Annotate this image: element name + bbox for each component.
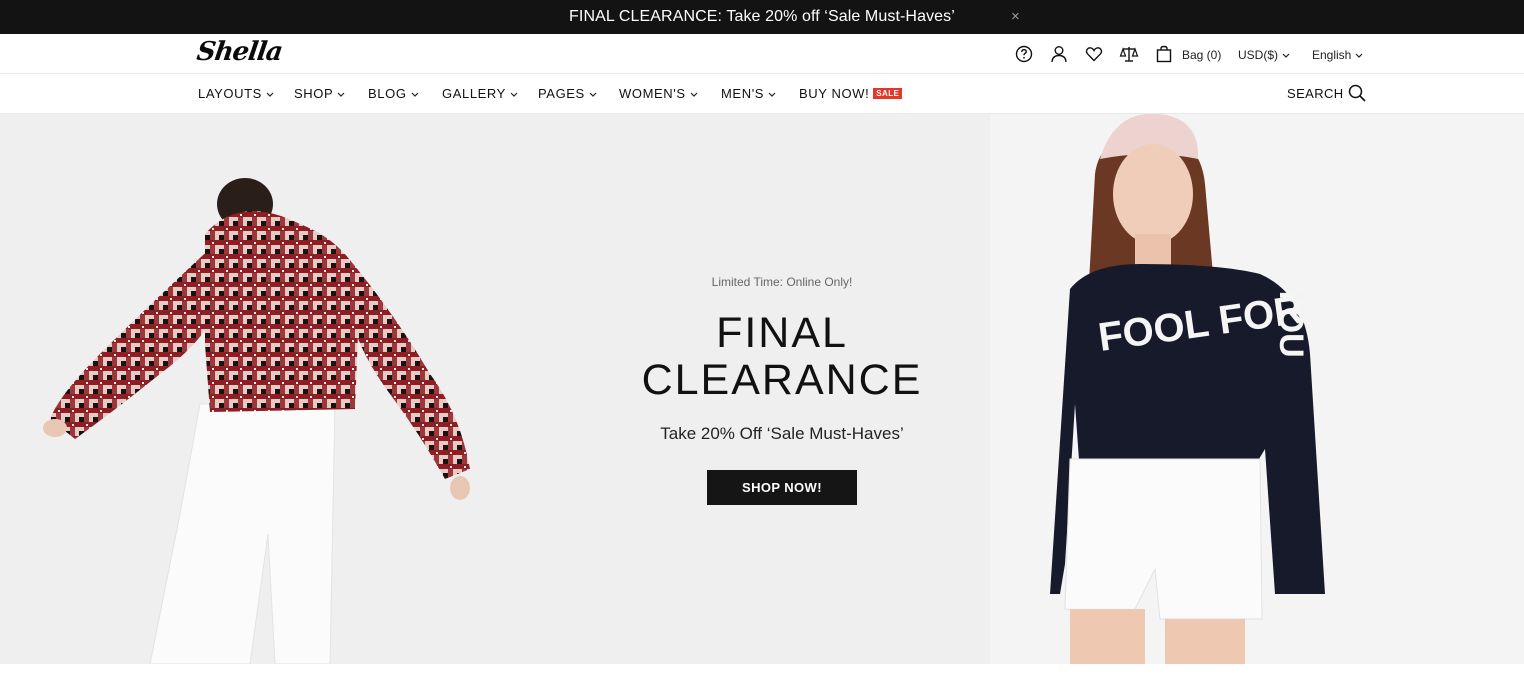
search-link[interactable]: SEARCH [1287, 86, 1344, 101]
chevron-down-icon [690, 92, 698, 97]
sale-badge: SALE [873, 88, 903, 99]
site-header: Shella Bag (0) USD($) English [0, 34, 1524, 74]
chevron-down-icon [1282, 53, 1290, 58]
nav-item-pages[interactable]: PAGES [538, 86, 597, 101]
search-icon[interactable] [1347, 83, 1367, 103]
language-selector[interactable]: English [1312, 48, 1363, 62]
main-navigation: LAYOUTS SHOP BLOG GALLERY PAGES WOMEN'S … [0, 74, 1524, 114]
currency-selector[interactable]: USD($) [1238, 48, 1290, 62]
nav-item-shop[interactable]: SHOP [294, 86, 345, 101]
nav-item-label: LAYOUTS [198, 86, 262, 101]
close-icon[interactable]: × [1011, 8, 1020, 26]
account-icon[interactable] [1049, 44, 1069, 64]
nav-item-blog[interactable]: BLOG [368, 86, 419, 101]
hero-title: FINAL CLEARANCE [0, 310, 1524, 404]
announcement-bar: FINAL CLEARANCE: Take 20% off ‘Sale Must… [0, 0, 1524, 34]
chevron-down-icon [589, 92, 597, 97]
hero-title-line-1: FINAL [716, 309, 848, 357]
nav-item-label: MEN'S [721, 86, 765, 101]
hero-subtitle: Take 20% Off ‘Sale Must-Haves’ [660, 424, 904, 443]
chevron-down-icon [768, 92, 776, 97]
nav-item-buy-now[interactable]: BUY NOW! SALE [799, 86, 903, 101]
chevron-down-icon [266, 92, 274, 97]
shop-now-button[interactable]: SHOP NOW! [707, 470, 857, 505]
nav-item-label: BLOG [368, 86, 407, 101]
nav-item-label: GALLERY [442, 86, 506, 101]
nav-item-mens[interactable]: MEN'S [721, 86, 776, 101]
hero-title-line-2: CLEARANCE [641, 356, 923, 404]
chevron-down-icon [1355, 53, 1363, 58]
nav-item-label: SHOP [294, 86, 334, 101]
chevron-down-icon [510, 92, 518, 97]
compare-icon[interactable] [1119, 44, 1139, 64]
bag-label[interactable]: Bag (0) [1182, 48, 1221, 62]
logo[interactable]: Shella [195, 37, 284, 67]
chevron-down-icon [411, 92, 418, 97]
wishlist-icon[interactable] [1084, 44, 1104, 64]
nav-item-gallery[interactable]: GALLERY [442, 86, 518, 101]
nav-item-label: PAGES [538, 86, 585, 101]
hero-eyebrow: Limited Time: Online Only! [711, 275, 853, 289]
chevron-down-icon [337, 92, 345, 97]
nav-item-label: WOMEN'S [619, 86, 686, 101]
bag-icon[interactable] [1154, 44, 1174, 64]
currency-label: USD($) [1238, 48, 1279, 62]
help-icon[interactable] [1014, 44, 1034, 64]
announcement-text: FINAL CLEARANCE: Take 20% off ‘Sale Must… [569, 8, 955, 25]
language-label: English [1312, 48, 1352, 62]
hero-banner: FOOL FOR YOU Limited Time: Online Only! F… [0, 114, 1524, 664]
nav-item-layouts[interactable]: LAYOUTS [198, 86, 274, 101]
nav-item-label: BUY NOW! [799, 86, 870, 101]
nav-item-womens[interactable]: WOMEN'S [619, 86, 698, 101]
